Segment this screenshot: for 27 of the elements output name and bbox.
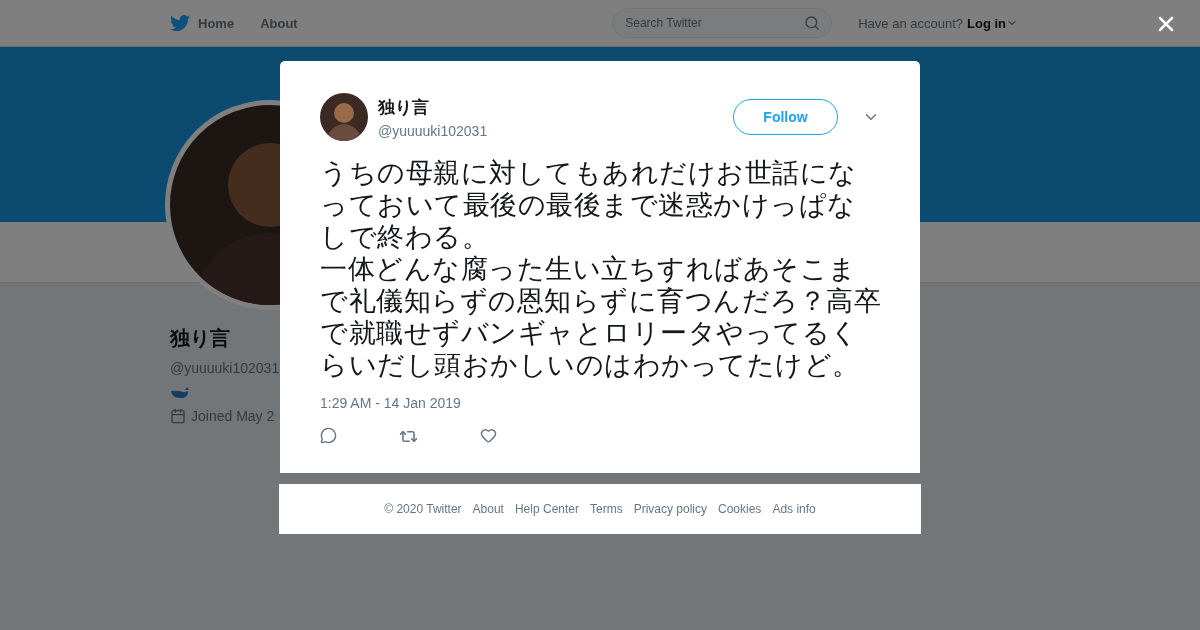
profile-name: 独り言	[170, 326, 231, 351]
account-prompt: Have an account?	[858, 15, 963, 31]
avatar	[320, 93, 368, 141]
calendar-icon	[170, 408, 186, 424]
reply-icon[interactable]	[320, 427, 337, 444]
footer-link[interactable]: About	[472, 502, 504, 516]
user-handle: @yuuuuki102031	[378, 122, 489, 139]
profile-handle: @yuuuuki102031	[170, 360, 281, 376]
search-field[interactable]: Search Twitter	[612, 8, 833, 38]
search-icon[interactable]	[804, 15, 821, 31]
tweet-text: 一体どんな腐った生い立ちすればあそこまで礼儀知らずの恩知らずに育つんだろ？高卒で就職せずバンギャとロリータやってるくらいだし頭おかしいのはわかってたけど。	[320, 253, 882, 381]
login-link[interactable]: Log in	[967, 15, 1018, 31]
tweet-text: うちの母親に対してもあれだけお世話になっておいて最後の最後まで迷惑かけっぱなしで終わる。	[320, 157, 858, 253]
follow-button[interactable]: Follow	[733, 99, 838, 135]
footer-link[interactable]: Terms	[590, 502, 623, 516]
footer-link[interactable]: Privacy policy	[633, 502, 707, 516]
heart-icon[interactable]	[480, 427, 497, 444]
nav-link[interactable]: About	[260, 15, 298, 31]
user-name: 独り言	[378, 96, 430, 119]
joined-date: Joined May 2	[191, 408, 275, 424]
footer-link[interactable]: © 2020 Twitter	[384, 502, 462, 516]
footer-link[interactable]: Cookies	[718, 502, 762, 516]
nav-link[interactable]: Home	[170, 13, 235, 33]
footer-link[interactable]: Help Center	[514, 502, 579, 516]
bird-icon	[170, 13, 190, 33]
footer-link[interactable]: Ads info	[772, 502, 816, 516]
tweet-time: 1:29 AM - 14 Jan 2019	[320, 395, 462, 411]
